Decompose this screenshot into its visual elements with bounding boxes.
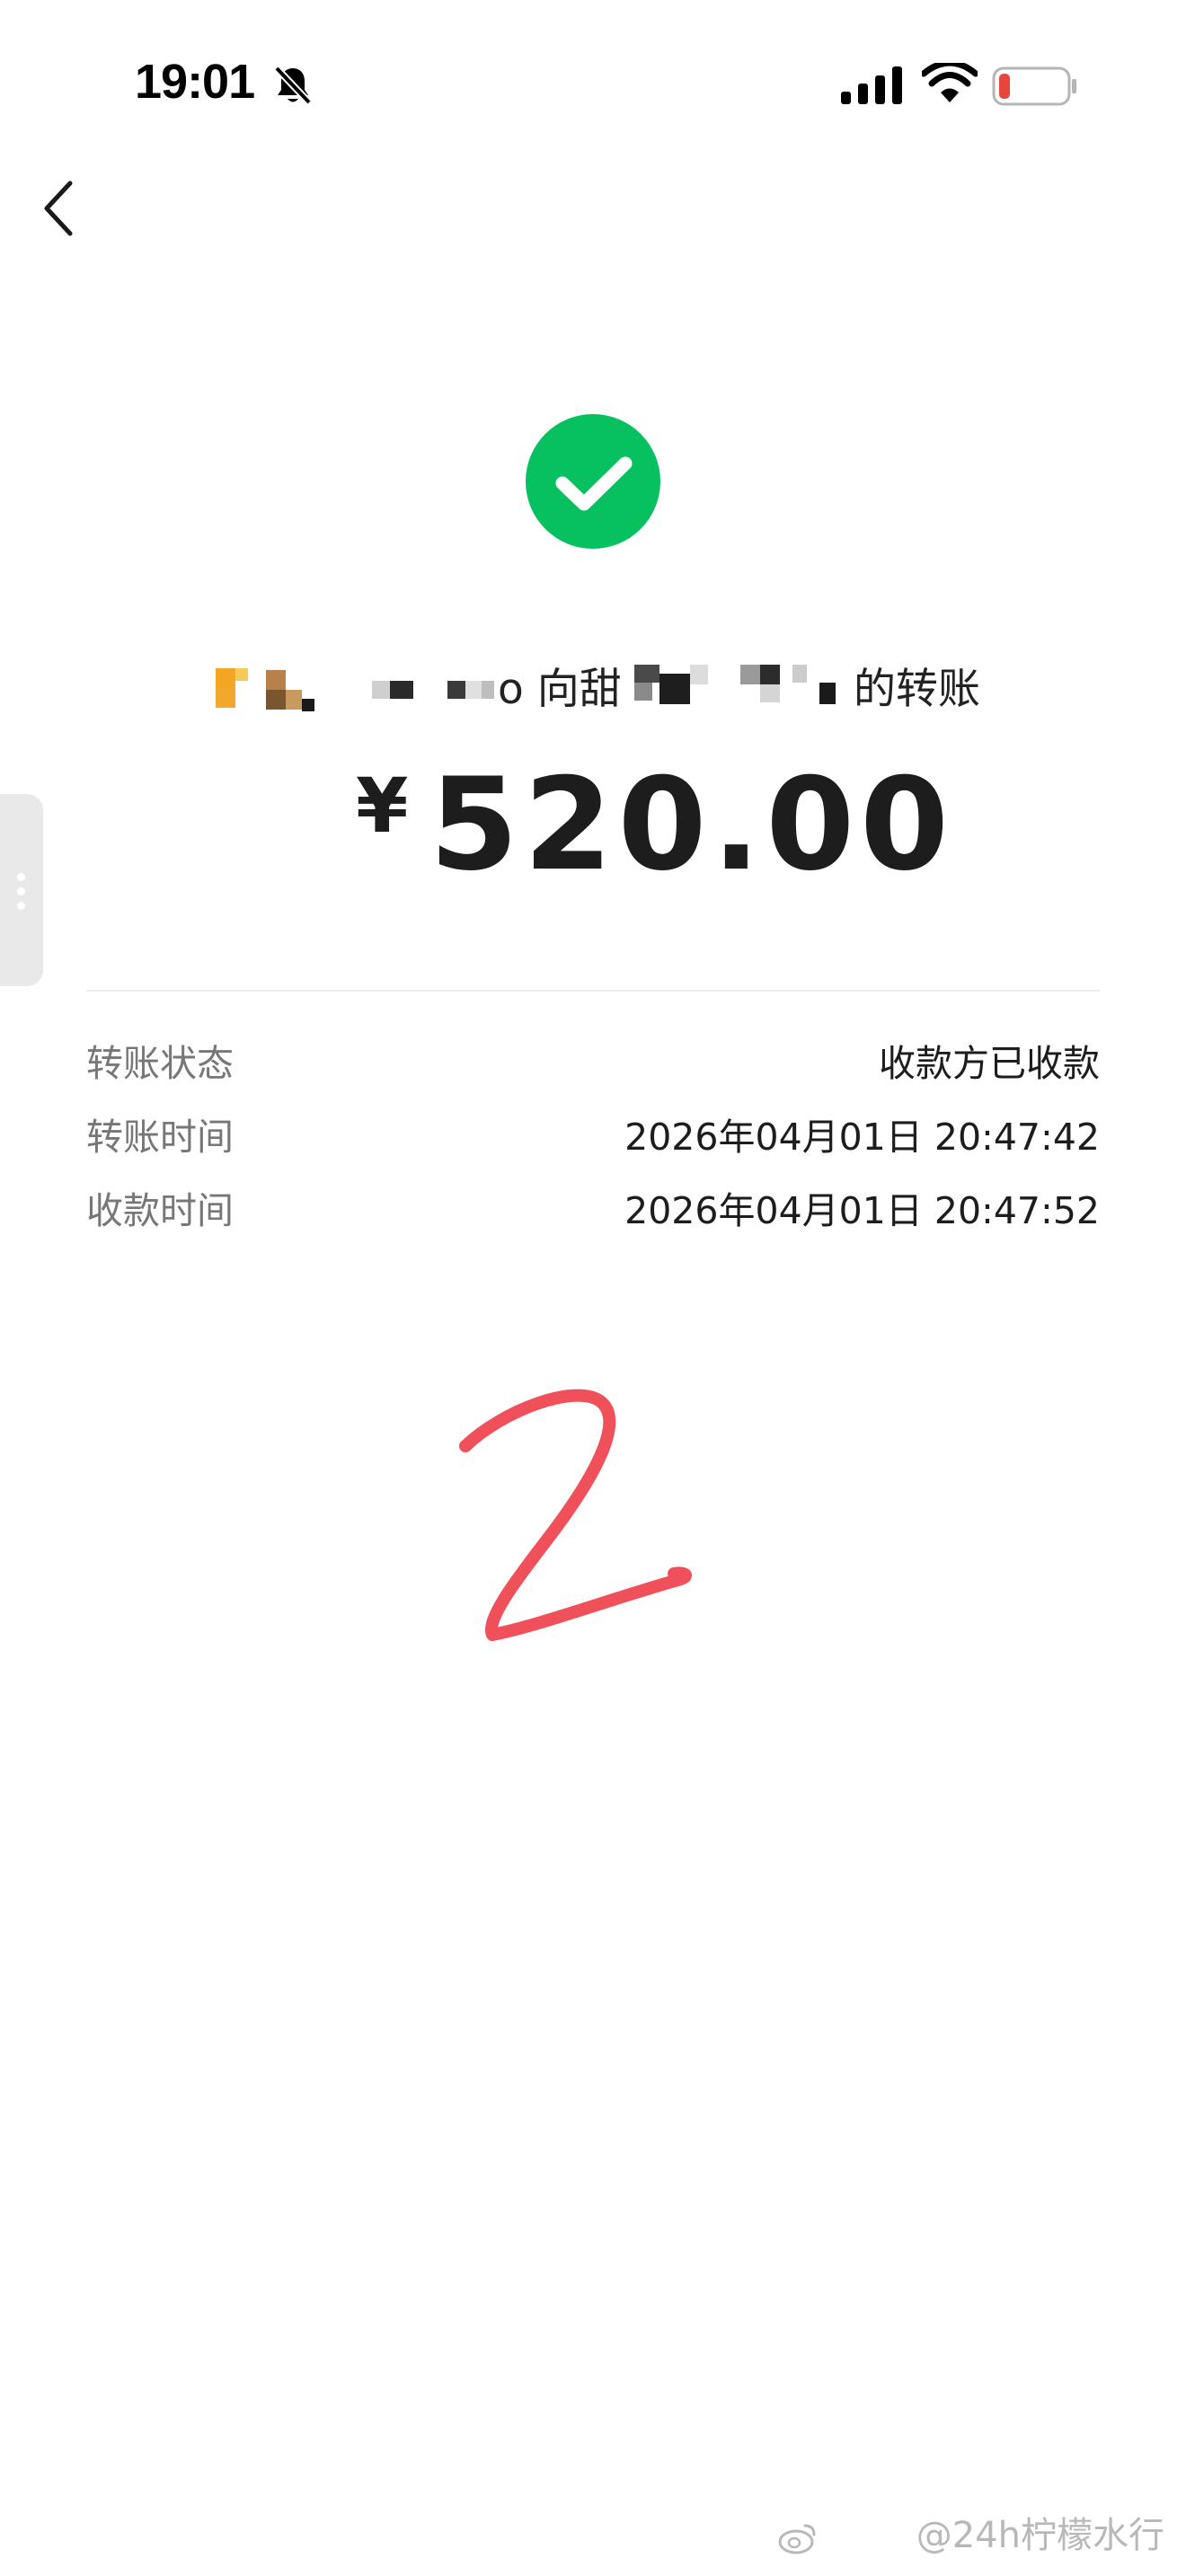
status-time: 19:01 (135, 55, 255, 109)
transfer-amount: 520.00 (429, 751, 954, 899)
detail-label: 收款时间 (86, 1189, 234, 1232)
transfer-title: o 向甜 的转账 (212, 652, 1003, 715)
detail-row-status: 转账状态 收款方已收款 (86, 1033, 1100, 1090)
detail-value: 收款方已收款 (879, 1042, 1100, 1085)
detail-label: 转账时间 (86, 1116, 234, 1159)
handle-dot (17, 887, 25, 895)
detail-label: 转账状态 (86, 1042, 234, 1085)
back-button[interactable] (32, 176, 90, 241)
signal-icon (841, 66, 902, 104)
transfer-title-fragment-1: o 向甜 (498, 665, 622, 714)
transfer-title-fragment-2: 的转账 (854, 665, 980, 714)
wifi-icon (922, 63, 978, 102)
currency-symbol: ¥ (356, 762, 409, 850)
pixelated-receiver-name (634, 652, 859, 715)
handle-dot (17, 902, 25, 910)
handwritten-number-mark (459, 1389, 693, 1641)
divider (86, 990, 1100, 992)
check-circle-icon (526, 414, 660, 549)
detail-value: 2026年04月01日 20:47:42 (624, 1116, 1100, 1159)
bell-muted-icon (274, 66, 312, 105)
weibo-icon (778, 2524, 816, 2554)
detail-row-transfer-time: 转账时间 2026年04月01日 20:47:42 (86, 1107, 1100, 1164)
watermark: @24h柠檬水行 (916, 2515, 1164, 2556)
chevron-left-icon (44, 181, 73, 236)
detail-row-receive-time: 收款时间 2026年04月01日 20:47:52 (86, 1180, 1100, 1238)
battery-low-icon (992, 66, 1076, 106)
pixelated-sender-name (212, 652, 509, 715)
handle-dot (17, 873, 25, 881)
detail-value: 2026年04月01日 20:47:52 (624, 1189, 1100, 1232)
side-floating-handle[interactable] (0, 794, 43, 986)
